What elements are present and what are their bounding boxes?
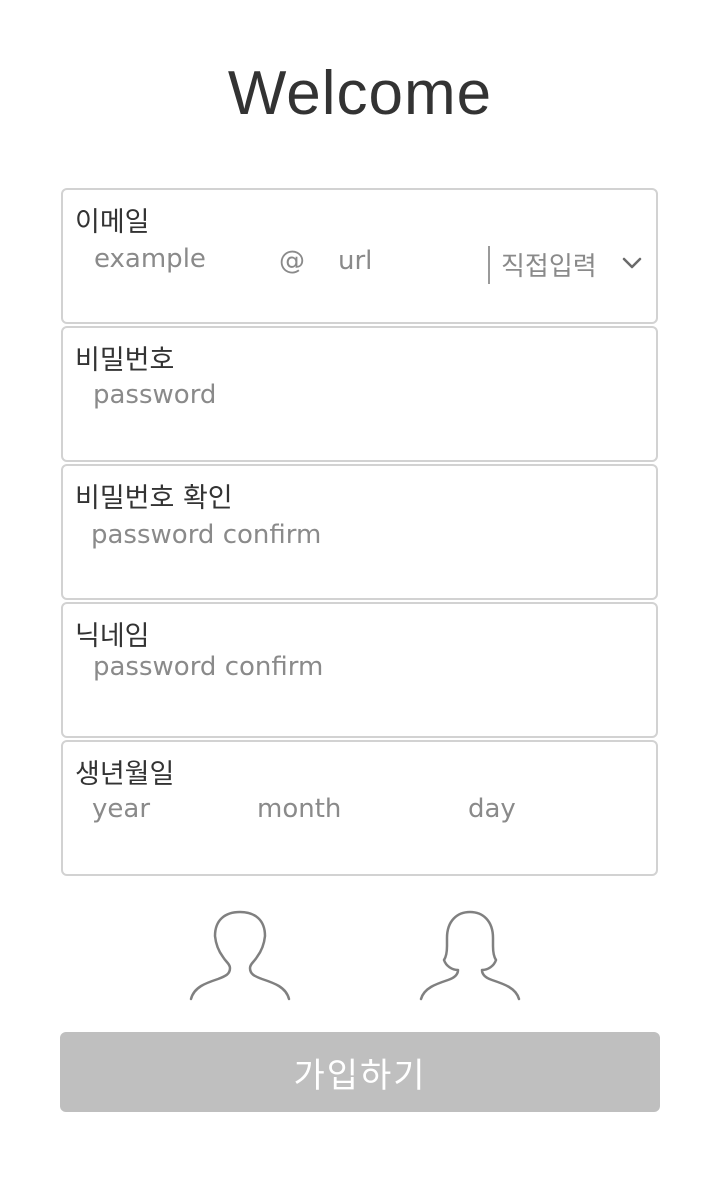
password-field-group: 비밀번호 — [61, 326, 658, 462]
email-field-group: 이메일 @ 직접입력 — [61, 188, 658, 324]
password-confirm-label: 비밀번호 확인 — [75, 483, 233, 514]
password-input[interactable] — [93, 380, 613, 410]
birth-day-input[interactable] — [468, 794, 618, 824]
password-confirm-input[interactable] — [91, 520, 611, 550]
birthdate-label: 생년월일 — [75, 759, 175, 790]
nickname-label: 닉네임 — [75, 621, 150, 652]
male-user-icon[interactable] — [188, 908, 292, 1004]
email-divider — [488, 246, 490, 284]
birth-year-input[interactable] — [92, 794, 222, 824]
page-title: Welcome — [227, 59, 493, 128]
email-label: 이메일 — [75, 207, 150, 238]
female-user-icon[interactable] — [418, 908, 522, 1004]
chevron-down-icon — [622, 257, 642, 269]
birthdate-field-group: 생년월일 — [61, 740, 658, 876]
signup-button[interactable]: 가입하기 — [60, 1032, 660, 1112]
birth-month-input[interactable] — [257, 794, 417, 824]
nickname-field-group: 닉네임 — [61, 602, 658, 738]
email-domain-select-label: 직접입력 — [501, 252, 597, 282]
email-domain-select[interactable]: 직접입력 — [501, 242, 649, 286]
email-domain-input[interactable] — [338, 246, 468, 276]
password-confirm-field-group: 비밀번호 확인 — [61, 464, 658, 600]
password-label: 비밀번호 — [75, 345, 175, 376]
email-local-input[interactable] — [94, 244, 244, 274]
nickname-input[interactable] — [93, 652, 613, 682]
at-sign: @ — [279, 246, 305, 276]
